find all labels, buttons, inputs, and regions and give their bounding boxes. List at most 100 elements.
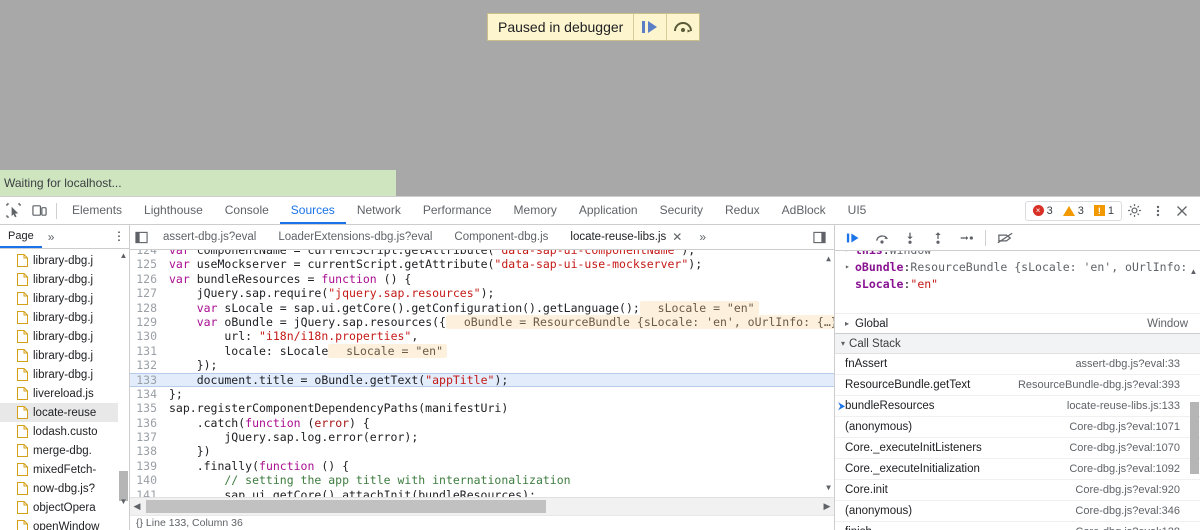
expand-triangle-icon[interactable]: ▸	[845, 319, 855, 328]
navigator-scroll-up-icon[interactable]: ▲	[118, 251, 129, 260]
file-list-item[interactable]: library-dbg.j	[0, 270, 129, 289]
code-line[interactable]: 138 })	[130, 444, 834, 458]
code-line[interactable]: 139 .finally(function () {	[130, 459, 834, 473]
file-list-item[interactable]: library-dbg.j	[0, 365, 129, 384]
hscroll-right-icon[interactable]: ▶	[820, 501, 834, 512]
file-list-item[interactable]: library-dbg.j	[0, 327, 129, 346]
code-line[interactable]: 124var componentName = currentScript.get…	[130, 250, 834, 257]
scope-rows[interactable]: ▸this: Window▸oBundle: ResourceBundle {s…	[835, 251, 1200, 313]
code-line[interactable]: 141 sap.ui.getCore().attachInit(bundleRe…	[130, 488, 834, 497]
code-line[interactable]: 134};	[130, 387, 834, 401]
call-stack-frame[interactable]: ⮞bundleResourceslocate-reuse-libs.js:133	[835, 396, 1200, 417]
line-number[interactable]: 138	[130, 444, 163, 458]
file-list-item[interactable]: library-dbg.j	[0, 346, 129, 365]
expand-triangle-icon[interactable]: ▸	[845, 262, 855, 271]
chevron-down-icon[interactable]: ▾	[841, 339, 845, 348]
step-over-icon[interactable]	[667, 14, 699, 40]
tab-elements[interactable]: Elements	[61, 197, 133, 224]
step-into-button[interactable]	[897, 226, 923, 250]
code-line[interactable]: 129 var oBundle = jQuery.sap.resources({…	[130, 315, 834, 329]
code-line[interactable]: 130 url: "i18n/i18n.properties",	[130, 329, 834, 343]
scope-property-row[interactable]: ▸this: Window	[835, 251, 1200, 258]
resume-script-icon[interactable]	[634, 14, 666, 40]
show-debugger-icon[interactable]	[808, 225, 830, 249]
call-stack-frame[interactable]: ResourceBundle.getTextResourceBundle-dbg…	[835, 375, 1200, 396]
step-over-button[interactable]	[869, 226, 895, 250]
tab-ui5[interactable]: UI5	[837, 197, 878, 224]
line-number[interactable]: 132	[130, 358, 163, 372]
tab-memory[interactable]: Memory	[503, 197, 568, 224]
line-number[interactable]: 124	[130, 250, 163, 257]
deactivate-breakpoints-button[interactable]	[992, 226, 1018, 250]
kebab-menu-icon[interactable]	[1146, 199, 1170, 223]
line-number[interactable]: 133	[130, 373, 163, 387]
tab-redux[interactable]: Redux	[714, 197, 771, 224]
file-list-item[interactable]: mixedFetch-	[0, 460, 129, 479]
navigator-tab-page[interactable]: Page	[0, 225, 42, 248]
tab-console[interactable]: Console	[214, 197, 280, 224]
tab-network[interactable]: Network	[346, 197, 412, 224]
code-editor[interactable]: 124var componentName = currentScript.get…	[130, 250, 834, 497]
editor-vertical-scrollbar[interactable]: ▲ ▼	[823, 250, 834, 497]
call-stack-scroll-thumb[interactable]	[1190, 402, 1199, 474]
call-stack-frame[interactable]: Core._executeInitListenersCore-dbg.js?ev…	[835, 438, 1200, 459]
line-number[interactable]: 126	[130, 272, 163, 286]
inspect-element-icon[interactable]	[0, 198, 26, 224]
code-line[interactable]: 125var useMockserver = currentScript.get…	[130, 257, 834, 271]
hscroll-left-icon[interactable]: ◀	[130, 501, 144, 512]
error-counter[interactable]: × 3	[1028, 205, 1058, 217]
line-number[interactable]: 128	[130, 301, 163, 315]
file-list-item[interactable]: library-dbg.j	[0, 289, 129, 308]
close-icon[interactable]	[1170, 199, 1194, 223]
issue-counters[interactable]: × 3 3 ! 1	[1025, 201, 1122, 221]
file-list-item[interactable]: library-dbg.j	[0, 308, 129, 327]
scope-property-row[interactable]: sLocale: "en"	[835, 275, 1200, 292]
scope-property-row[interactable]: ▸oBundle: ResourceBundle {sLocale: 'en',…	[835, 258, 1200, 275]
file-list-item[interactable]: objectOpera	[0, 498, 129, 517]
line-number[interactable]: 131	[130, 344, 163, 358]
call-stack-frame[interactable]: (anonymous)Core-dbg.js?eval:1071	[835, 417, 1200, 438]
line-number[interactable]: 140	[130, 473, 163, 487]
warning-counter[interactable]: 3	[1058, 205, 1089, 217]
code-line[interactable]: 127 jQuery.sap.require("jquery.sap.resou…	[130, 286, 834, 300]
hscroll-track[interactable]	[144, 499, 820, 514]
call-stack-header[interactable]: ▾ Call Stack	[835, 334, 1200, 354]
file-list-item[interactable]: now-dbg.js?	[0, 479, 129, 498]
editor-scroll-up-icon[interactable]: ▲	[823, 252, 834, 266]
file-list-item[interactable]: openWindow	[0, 517, 129, 530]
step-out-button[interactable]	[925, 226, 951, 250]
line-number[interactable]: 125	[130, 257, 163, 271]
step-button[interactable]	[953, 226, 979, 250]
editor-scroll-down-icon[interactable]: ▼	[823, 481, 834, 495]
call-stack-frame[interactable]: finishCore-dbg.js?eval:128	[835, 522, 1200, 530]
code-line-current[interactable]: 133 document.title = oBundle.getText("ap…	[130, 373, 834, 387]
line-number[interactable]: 137	[130, 430, 163, 444]
code-line[interactable]: 128 var sLocale = sap.ui.getCore().getCo…	[130, 301, 834, 315]
editor-tab-locate-reuse-libs[interactable]: locate-reuse-libs.js ✕	[559, 225, 693, 249]
file-list-item[interactable]: livereload.js	[0, 384, 129, 403]
tab-security[interactable]: Security	[649, 197, 714, 224]
issue-counter[interactable]: ! 1	[1089, 205, 1119, 217]
call-stack-frame[interactable]: (anonymous)Core-dbg.js?eval:346	[835, 501, 1200, 522]
file-list-item[interactable]: lodash.custo	[0, 422, 129, 441]
file-list-item[interactable]: locate-reuse	[0, 403, 129, 422]
code-line[interactable]: 140 // setting the app title with intern…	[130, 473, 834, 487]
navigator-kebab-icon[interactable]: ⋮	[113, 229, 125, 243]
code-line[interactable]: 135sap.registerComponentDependencyPaths(…	[130, 401, 834, 415]
file-list-item[interactable]: library-dbg.j	[0, 251, 129, 270]
editor-tab-loaderextensions[interactable]: LoaderExtensions-dbg.js?eval	[267, 225, 443, 249]
navigator-scroll-down-icon[interactable]: ▼	[118, 497, 129, 506]
call-stack-frame[interactable]: Core._executeInitializationCore-dbg.js?e…	[835, 459, 1200, 480]
editor-more-tabs-icon[interactable]: »	[693, 230, 712, 244]
editor-tab-close-icon[interactable]: ✕	[672, 225, 682, 249]
file-list[interactable]: library-dbg.jlibrary-dbg.jlibrary-dbg.jl…	[0, 249, 129, 530]
line-number[interactable]: 127	[130, 286, 163, 300]
show-navigator-icon[interactable]	[130, 225, 152, 249]
line-number[interactable]: 135	[130, 401, 163, 415]
line-number[interactable]: 136	[130, 416, 163, 430]
tab-lighthouse[interactable]: Lighthouse	[133, 197, 214, 224]
line-number[interactable]: 129	[130, 315, 163, 329]
call-stack-list[interactable]: fnAssertassert-dbg.js?eval:33ResourceBun…	[835, 354, 1200, 530]
line-number[interactable]: 134	[130, 387, 163, 401]
code-line[interactable]: 126var bundleResources = function () {	[130, 272, 834, 286]
